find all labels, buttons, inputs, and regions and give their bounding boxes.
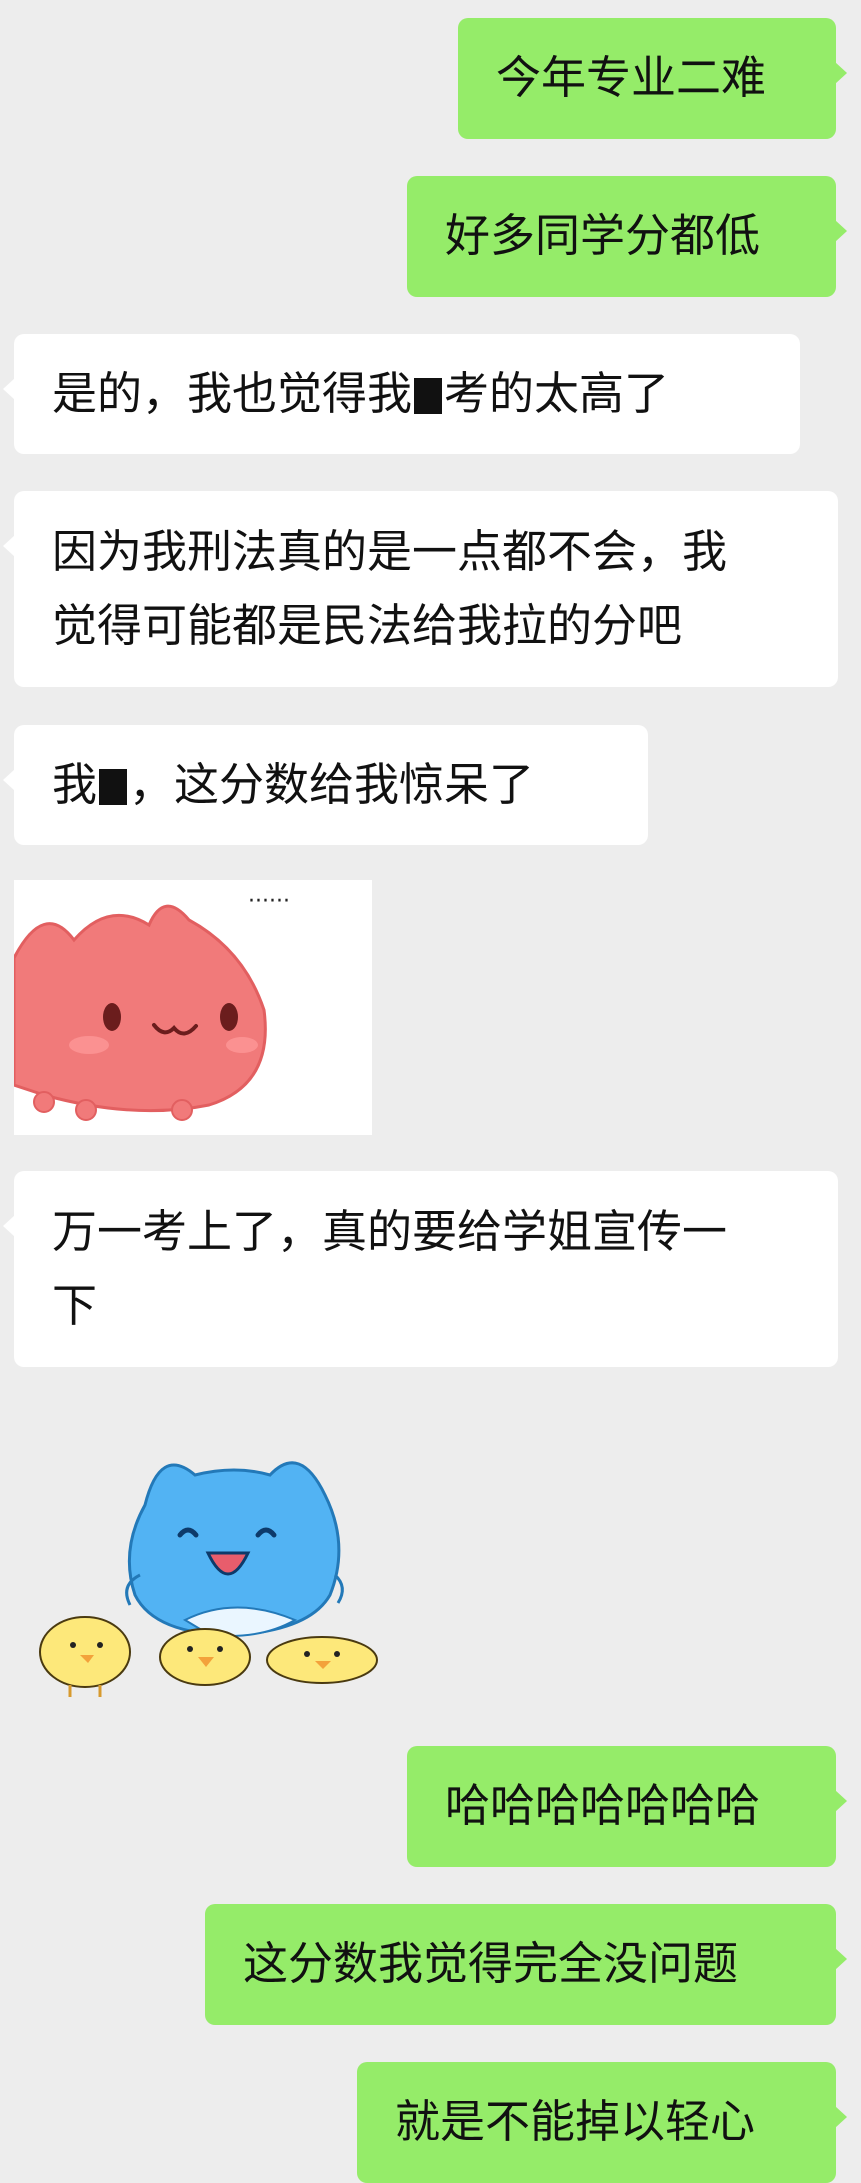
outgoing-message-bubble[interactable]: 就是不能掉以轻心 [357, 2062, 847, 2183]
message-text-part: ，这分数给我惊呆了 [129, 758, 535, 811]
redaction-block [99, 769, 128, 805]
message-text-line: 觉得可能都是民法给我拉的分吧 [52, 599, 683, 652]
message-text: 就是不能掉以轻心 [395, 2095, 756, 2148]
outgoing-message-bubble[interactable]: 这分数我觉得完全没问题 [205, 1904, 847, 2025]
message-text-part: 考的太高了 [444, 367, 670, 420]
message-text: 哈哈哈哈哈哈哈 [445, 1779, 761, 1832]
blue-cat-icon [39, 1461, 378, 1697]
redaction-block [414, 378, 443, 414]
outgoing-message-bubble[interactable]: 哈哈哈哈哈哈哈 [407, 1746, 847, 1867]
pink-cat-sticker[interactable]: ······ [12, 880, 372, 1135]
message-text-line: 下 [52, 1279, 98, 1332]
outgoing-message-bubble[interactable]: 今年专业二难 [458, 18, 847, 139]
ellipsis-caption: ······ [248, 889, 290, 914]
message-text-line: 因为我刑法真的是一点都不会，我 [52, 525, 728, 578]
message-text-part: 我 [52, 758, 98, 811]
incoming-message-bubble[interactable]: 因为我刑法真的是一点都不会，我 觉得可能都是民法给我拉的分吧 [3, 491, 838, 687]
incoming-message-bubble[interactable]: 我 ，这分数给我惊呆了 [3, 725, 648, 845]
incoming-message-bubble[interactable]: 万一考上了，真的要给学姐宣传一 下 [3, 1171, 838, 1367]
outgoing-message-bubble[interactable]: 好多同学分都低 [407, 176, 847, 297]
message-text-line: 万一考上了，真的要给学姐宣传一 [52, 1205, 728, 1258]
message-text: 今年专业二难 [496, 51, 767, 104]
message-text: 好多同学分都低 [445, 209, 761, 262]
message-text: 这分数我觉得完全没问题 [243, 1937, 739, 1990]
message-text-part: 是的，我也觉得我 [52, 367, 413, 420]
incoming-message-bubble[interactable]: 是的，我也觉得我 考的太高了 [3, 334, 800, 454]
pink-cat-icon: ······ [12, 880, 372, 1135]
blue-cat-with-chicks-sticker[interactable] [30, 1435, 390, 1705]
